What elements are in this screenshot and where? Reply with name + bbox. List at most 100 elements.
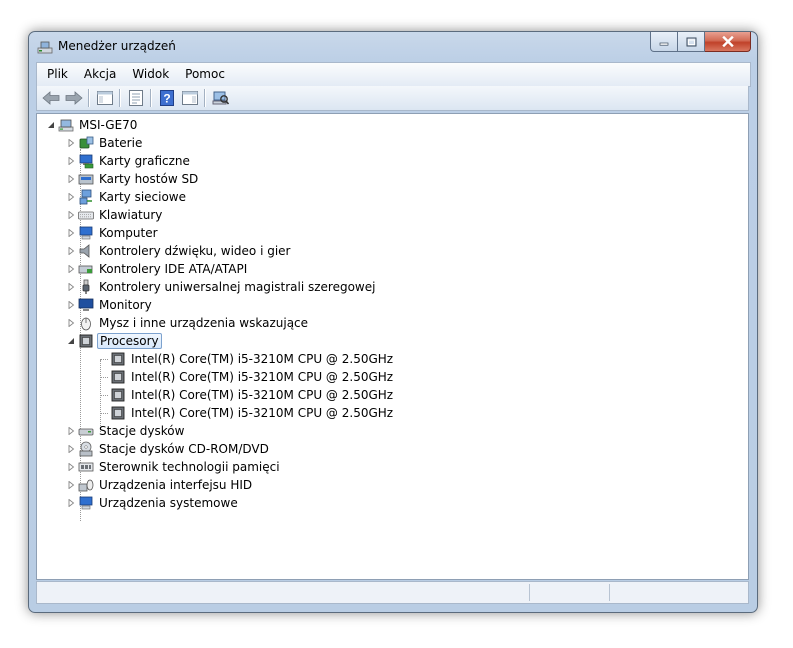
expand-triangle-icon[interactable]	[66, 210, 76, 220]
expand-triangle-icon[interactable]	[66, 192, 76, 202]
expand-triangle-icon[interactable]	[66, 264, 76, 274]
collapse-triangle-icon[interactable]	[46, 120, 56, 130]
expand-triangle-icon[interactable]	[66, 480, 76, 490]
back-icon	[41, 91, 59, 105]
tree-category[interactable]: Kontrolery uniwersalnej magistrali szere…	[66, 278, 377, 296]
tree-category[interactable]: Kontrolery IDE ATA/ATAPI	[66, 260, 249, 278]
show-hide-tree-icon	[96, 91, 113, 105]
close-button[interactable]	[705, 32, 751, 52]
expand-triangle-icon[interactable]	[66, 246, 76, 256]
expand-triangle-icon[interactable]	[66, 498, 76, 508]
window-title: Menedżer urządzeń	[58, 39, 176, 53]
tree-device[interactable]: Intel(R) Core(TM) i5-3210M CPU @ 2.50GHz	[98, 350, 395, 368]
keyboard-icon	[78, 211, 94, 220]
toolbar-separator	[88, 89, 90, 107]
tree-category[interactable]: Sterownik technologii pamięci	[66, 458, 282, 476]
category-label: Stacje dysków CD-ROM/DVD	[99, 442, 269, 456]
computer-icon	[79, 226, 93, 240]
computer-icon	[58, 119, 74, 132]
tree-category[interactable]: Urządzenia interfejsu HID	[66, 476, 254, 494]
device-label: Intel(R) Core(TM) i5-3210M CPU @ 2.50GHz	[131, 370, 394, 384]
collapse-triangle-icon[interactable]	[66, 336, 76, 346]
tree-category[interactable]: Klawiatury	[66, 206, 164, 224]
tree-root[interactable]: MSI-GE70	[46, 116, 139, 134]
category-label: Komputer	[99, 226, 158, 240]
show-hide-tree-button[interactable]	[93, 87, 116, 109]
tree-device[interactable]: Intel(R) Core(TM) i5-3210M CPU @ 2.50GHz	[98, 386, 395, 404]
back-button[interactable]	[39, 87, 62, 109]
device-tree[interactable]: MSI-GE70 Baterie Karty graficzne Karty hos…	[36, 113, 749, 580]
minimize-button[interactable]	[650, 32, 678, 52]
category-label: Mysz i inne urządzenia wskazujące	[99, 316, 309, 330]
maximize-button[interactable]	[678, 32, 705, 52]
properties-button[interactable]	[124, 87, 147, 109]
expand-triangle-icon[interactable]	[66, 282, 76, 292]
status-bar	[36, 581, 749, 604]
properties-icon	[128, 90, 143, 106]
toolbar-separator	[150, 89, 152, 107]
category-label: Kontrolery dźwięku, wideo i gier	[99, 244, 291, 258]
processor-icon	[111, 388, 125, 402]
expand-triangle-icon[interactable]	[66, 444, 76, 454]
title-bar[interactable]: Menedżer urządzeń	[29, 32, 757, 62]
processor-icon	[79, 334, 93, 348]
battery-icon	[79, 136, 94, 149]
action-pane-button[interactable]	[178, 87, 201, 109]
menu-help[interactable]: Pomoc	[177, 64, 233, 85]
menu-file[interactable]: Plik	[39, 64, 76, 85]
toolbar-separator	[119, 89, 121, 107]
action-pane-icon	[181, 91, 198, 105]
tree-category[interactable]: Stacje dysków	[66, 422, 186, 440]
category-label: Karty sieciowe	[99, 190, 187, 204]
category-label: Procesory	[97, 333, 162, 349]
tree-category[interactable]: Urządzenia systemowe	[66, 494, 240, 512]
maximize-icon	[686, 37, 696, 46]
device-manager-window: Menedżer urządzeń Plik Akcja Widok Pomoc	[28, 31, 758, 613]
expand-triangle-icon[interactable]	[66, 138, 76, 148]
tree-device[interactable]: Intel(R) Core(TM) i5-3210M CPU @ 2.50GHz	[98, 404, 395, 422]
expand-triangle-icon[interactable]	[66, 300, 76, 310]
category-label: Urządzenia systemowe	[99, 496, 238, 510]
status-cell	[609, 584, 749, 601]
sd-host-icon	[78, 174, 94, 185]
network-adapter-icon	[79, 189, 92, 205]
tree-category[interactable]: Karty hostów SD	[66, 170, 200, 188]
help-icon: ?	[159, 90, 174, 106]
category-label: Stacje dysków	[99, 424, 185, 438]
mouse-icon	[81, 317, 91, 331]
tree-category[interactable]: Monitory	[66, 296, 154, 314]
menu-view[interactable]: Widok	[124, 64, 177, 85]
ide-controller-icon	[78, 265, 93, 274]
disk-drive-icon	[78, 428, 94, 436]
help-button[interactable]: ?	[155, 87, 178, 109]
svg-text:?: ?	[163, 92, 170, 106]
scan-hardware-icon	[212, 91, 229, 105]
tree-device[interactable]: Intel(R) Core(TM) i5-3210M CPU @ 2.50GHz	[98, 368, 395, 386]
expand-triangle-icon[interactable]	[66, 156, 76, 166]
category-label: Kontrolery uniwersalnej magistrali szere…	[99, 280, 376, 294]
category-label: Urządzenia interfejsu HID	[99, 478, 253, 492]
tree-category[interactable]: Kontrolery dźwięku, wideo i gier	[66, 242, 292, 260]
toolbar-separator	[204, 89, 206, 107]
expand-triangle-icon[interactable]	[66, 426, 76, 436]
expand-triangle-icon[interactable]	[66, 228, 76, 238]
scan-hardware-button[interactable]	[209, 87, 232, 109]
tree-category[interactable]: Baterie	[66, 134, 144, 152]
tree-category[interactable]: Procesory	[66, 332, 162, 350]
tree-category[interactable]: Karty graficzne	[66, 152, 192, 170]
tree-category[interactable]: Stacje dysków CD-ROM/DVD	[66, 440, 271, 458]
expand-triangle-icon[interactable]	[66, 462, 76, 472]
device-label: Intel(R) Core(TM) i5-3210M CPU @ 2.50GHz	[131, 406, 394, 420]
hid-icon	[78, 479, 94, 492]
processor-icon	[111, 406, 125, 420]
tree-category[interactable]: Mysz i inne urządzenia wskazujące	[66, 314, 310, 332]
forward-button[interactable]	[62, 87, 85, 109]
toolbar: ?	[36, 86, 749, 111]
expand-triangle-icon[interactable]	[66, 174, 76, 184]
menu-action[interactable]: Akcja	[76, 64, 124, 85]
expand-triangle-icon[interactable]	[66, 318, 76, 328]
category-label: Karty graficzne	[99, 154, 190, 168]
tree-category[interactable]: Komputer	[66, 224, 160, 242]
system-device-icon	[79, 496, 93, 510]
tree-category[interactable]: Karty sieciowe	[66, 188, 188, 206]
